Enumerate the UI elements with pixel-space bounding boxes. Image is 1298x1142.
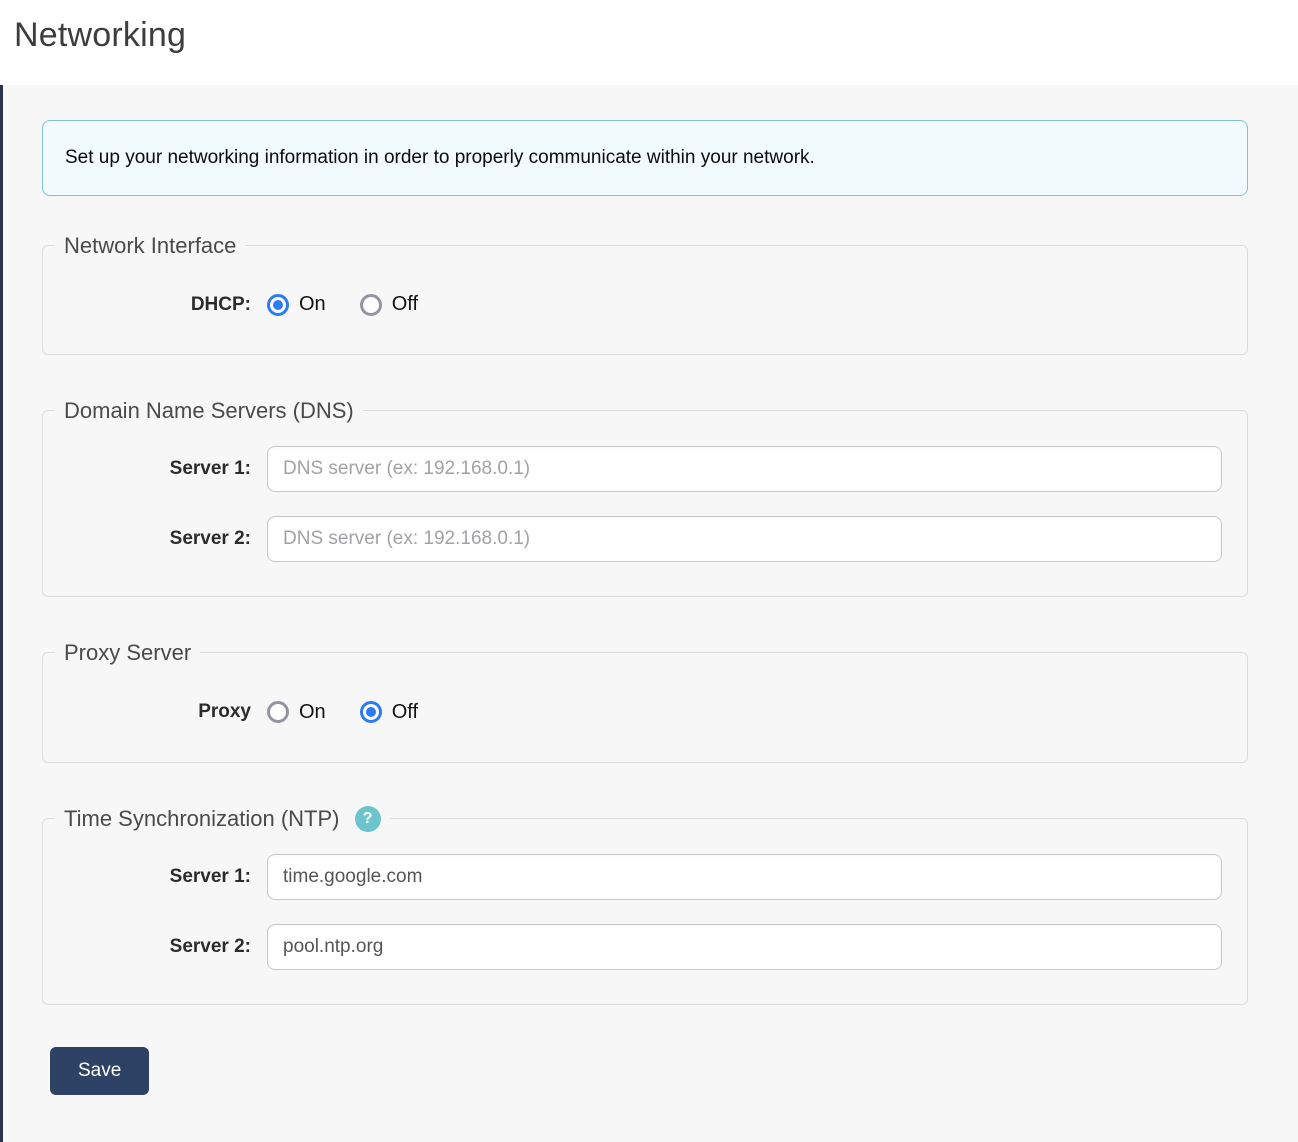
- ntp-server1-row: Server 1:: [43, 854, 1247, 900]
- ntp-server2-input[interactable]: [267, 924, 1222, 970]
- dhcp-option-on-label: On: [299, 293, 326, 316]
- ntp-server1-input[interactable]: [267, 854, 1222, 900]
- proxy-radio-on-icon[interactable]: [267, 701, 289, 723]
- dhcp-row: DHCP: On Off: [43, 293, 1247, 316]
- proxy-option-on-label: On: [299, 701, 326, 724]
- dns-server2-row: Server 2:: [43, 516, 1247, 562]
- dhcp-radio-on-icon[interactable]: [267, 294, 289, 316]
- save-button[interactable]: Save: [50, 1047, 149, 1095]
- dns-legend-text: Domain Name Servers (DNS): [64, 398, 354, 423]
- section-proxy: Proxy Server Proxy On Off: [42, 639, 1248, 762]
- dns-server2-label: Server 2:: [43, 528, 251, 550]
- ntp-server1-label: Server 1:: [43, 866, 251, 888]
- info-banner-text: Set up your networking information in or…: [65, 147, 815, 168]
- dhcp-option-off[interactable]: Off: [360, 293, 418, 316]
- dhcp-label: DHCP:: [43, 294, 251, 316]
- ntp-server2-row: Server 2:: [43, 924, 1247, 970]
- section-dns: Domain Name Servers (DNS) Server 1: Serv…: [42, 397, 1248, 597]
- page-title: Networking: [14, 16, 1282, 55]
- dns-server1-row: Server 1:: [43, 446, 1247, 492]
- dhcp-option-on[interactable]: On: [267, 293, 326, 316]
- page-header: Networking: [0, 0, 1298, 85]
- proxy-legend: Proxy Server: [55, 639, 200, 666]
- proxy-legend-text: Proxy Server: [64, 641, 191, 666]
- ntp-server2-label: Server 2:: [43, 936, 251, 958]
- network-interface-legend-text: Network Interface: [64, 233, 236, 258]
- proxy-option-off[interactable]: Off: [360, 701, 418, 724]
- proxy-label: Proxy: [43, 701, 251, 723]
- network-interface-legend: Network Interface: [55, 232, 245, 259]
- section-network-interface: Network Interface DHCP: On Off: [42, 232, 1248, 355]
- ntp-legend-text: Time Synchronization (NTP): [64, 806, 339, 831]
- dhcp-radio-off-icon[interactable]: [360, 294, 382, 316]
- dns-server2-input[interactable]: [267, 516, 1222, 562]
- dns-server1-label: Server 1:: [43, 458, 251, 480]
- proxy-option-off-label: Off: [392, 701, 418, 724]
- info-banner: Set up your networking information in or…: [42, 120, 1248, 196]
- dhcp-option-off-label: Off: [392, 293, 418, 316]
- proxy-radio-off-icon[interactable]: [360, 701, 382, 723]
- proxy-option-on[interactable]: On: [267, 701, 326, 724]
- help-icon[interactable]: ?: [355, 806, 381, 832]
- dns-server1-input[interactable]: [267, 446, 1222, 492]
- section-ntp: Time Synchronization (NTP) ? Server 1: S…: [42, 805, 1248, 1005]
- ntp-legend: Time Synchronization (NTP) ?: [55, 805, 390, 832]
- networking-settings-page: Set up your networking information in or…: [0, 85, 1298, 1142]
- proxy-row: Proxy On Off: [43, 701, 1247, 724]
- dns-legend: Domain Name Servers (DNS): [55, 397, 363, 424]
